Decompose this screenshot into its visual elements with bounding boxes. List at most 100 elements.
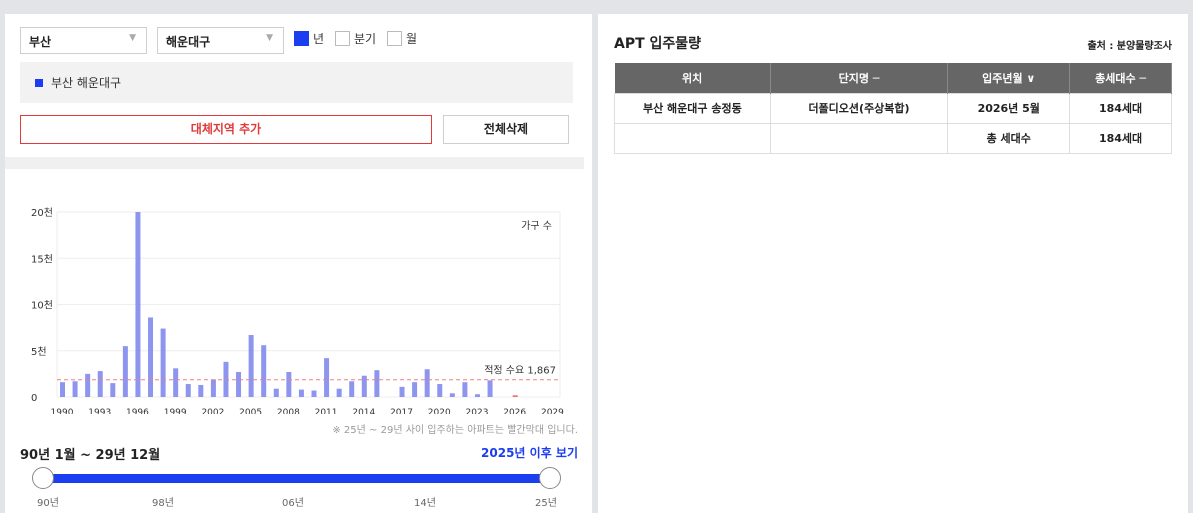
y-tick-label: 0 [31,393,37,404]
bar-2026 [512,395,518,397]
table-cell: 184세대 [1069,92,1172,124]
x-tick-label: 1990 [51,408,74,414]
bar-1994 [110,383,116,397]
bar-2018 [412,382,418,397]
table-row: 부산 해운대구 송정동 더폴디오션(주상복합) 2026년 5월 184세대 [614,92,1172,124]
x-tick-label: 2017 [390,408,413,414]
bar-2001 [198,384,204,397]
bar-2007 [273,388,279,397]
bar-2008 [286,372,292,397]
city-select-value: 부산 [29,35,52,49]
table-cell [769,122,949,154]
period-month-checkbox[interactable]: 월 [387,30,417,47]
checkbox-box[interactable] [387,31,402,46]
column-header-units[interactable]: 총세대수 ─ [1069,63,1172,93]
bar-2000 [185,384,191,397]
slider-tick: 25년 [535,498,557,509]
chevron-down-icon: ▼ [129,33,136,43]
period-year-checkbox[interactable]: 년 [294,30,324,47]
y-tick-label: 10천 [31,300,53,312]
bar-1991 [72,381,78,397]
panel-title: APT 입주물량 [614,36,702,52]
bar-2014 [361,375,367,397]
bar-1999 [173,368,179,397]
x-tick-label: 2029 [541,408,564,414]
column-header-location[interactable]: 위치 [614,63,771,93]
x-tick-label: 2020 [428,408,451,414]
checkbox-box[interactable] [294,31,309,46]
source-label: 출처 : 분양물량조사 [1087,41,1172,52]
table-cell: 부산 해운대구 송정동 [614,92,771,124]
table-cell: 총 세대수 [947,122,1071,154]
range-slider-track[interactable] [43,474,551,483]
x-tick-label: 2014 [352,408,375,414]
checkbox-label: 년 [313,32,325,46]
chevron-down-icon: ▼ [266,33,273,43]
x-tick-label: 1999 [164,408,187,414]
region-color-swatch [35,78,43,87]
range-slider-start-handle[interactable] [32,467,54,489]
selected-region-box: 부산 해운대구 [20,62,573,103]
bar-2019 [424,369,430,397]
y-tick-label: 20천 [31,207,53,219]
y-tick-label: 15천 [31,253,53,265]
right-panel: APT 입주물량 출처 : 분양물량조사 위치 단지명 ─ 입주년월 ∨ 총세대… [598,14,1188,513]
x-tick-label: 2026 [503,408,526,414]
view-after-2025-link[interactable]: 2025년 이후 보기 [481,444,578,461]
checkbox-box[interactable] [335,31,350,46]
period-quarter-checkbox[interactable]: 분기 [335,30,376,47]
column-header-date[interactable]: 입주년월 ∨ [947,63,1071,93]
bar-2013 [349,381,355,397]
slider-tick: 90년 [37,498,59,509]
bar-2017 [399,386,405,397]
x-tick-label: 2005 [239,408,262,414]
delete-all-button[interactable]: 전체삭제 [443,115,569,144]
x-tick-label: 2008 [277,408,300,414]
region-label: 부산 해운대구 [51,76,122,90]
bar-2022 [462,382,468,397]
y-tick-label: 5천 [31,346,47,358]
bar-1990 [60,382,65,397]
slider-tick: 14년 [414,498,436,509]
left-panel: 부산 ▼ 해운대구 ▼ 년 분기 월 부산 해운대구 대체지역 추가 전체삭제 … [5,14,592,513]
slider-tick: 98년 [152,498,174,509]
bar-2004 [236,372,242,397]
slider-tick: 06년 [282,498,304,509]
bar-1998 [160,328,166,397]
table-cell: 184세대 [1069,122,1172,154]
bar-2020 [437,384,443,397]
chart-note: ※ 25년 ~ 29년 사이 입주하는 아파트는 빨간막대 입니다. [332,425,578,436]
bar-1993 [97,371,103,397]
district-select[interactable]: 해운대구 ▼ [157,27,284,54]
legend-label: 가구 수 [521,220,552,232]
bar-2010 [311,390,317,397]
table-header-row: 위치 단지명 ─ 입주년월 ∨ 총세대수 ─ [614,63,1172,93]
divider [5,157,584,169]
checkbox-label: 분기 [354,32,377,46]
bar-2006 [261,345,267,397]
bar-1995 [122,346,128,397]
bar-1992 [85,373,91,397]
supply-bar-chart: 0 5천 10천 15천 20천적정 수요 1,867 가구 수 1990 1993 1996 1… [31,207,564,414]
table-total-row: 총 세대수 184세대 [614,122,1172,154]
checkbox-label: 월 [406,32,418,46]
table-cell: 더폴디오션(주상복합) [769,92,949,124]
bar-1996 [135,212,141,397]
x-tick-label: 2023 [466,408,489,414]
column-header-complex[interactable]: 단지명 ─ [770,63,949,93]
city-select[interactable]: 부산 ▼ [20,27,147,54]
x-tick-label: 1996 [126,408,149,414]
bar-2012 [336,388,342,397]
bar-2011 [324,358,330,397]
add-region-button[interactable]: 대체지역 추가 [20,115,432,144]
table-cell [614,122,771,154]
x-tick-label: 2002 [201,408,224,414]
range-label: 90년 1월 ~ 29년 12월 [20,448,161,463]
range-slider-end-handle[interactable] [539,467,561,489]
reference-line-label: 적정 수요 1,867 [484,365,556,377]
bar-2009 [298,389,304,397]
table-cell: 2026년 5월 [947,92,1071,124]
bar-2021 [449,393,455,397]
x-tick-label: 2011 [315,408,338,414]
supply-table: 위치 단지명 ─ 입주년월 ∨ 총세대수 ─ 부산 해운대구 송정동 더폴디오션… [614,63,1172,154]
